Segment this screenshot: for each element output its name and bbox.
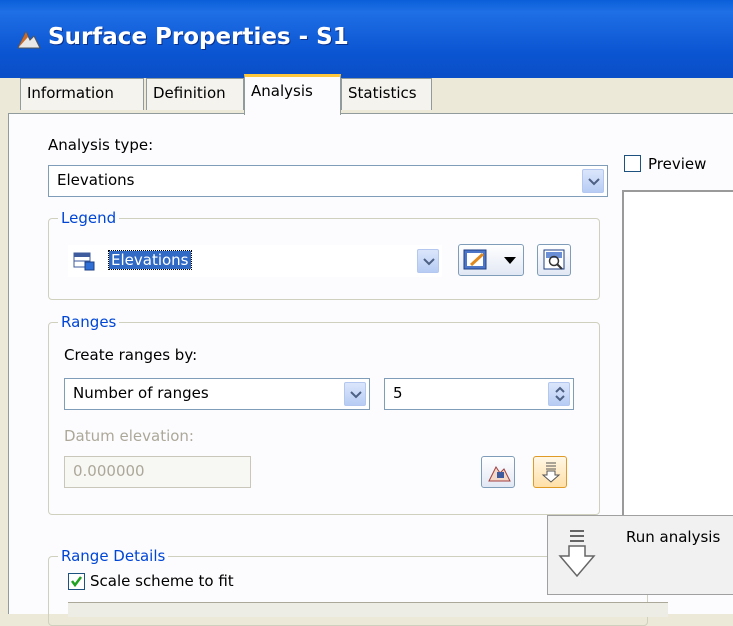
spin-updown-icon[interactable] (548, 382, 570, 406)
legend-style-value: Elevations (108, 250, 192, 270)
create-ranges-select[interactable]: Number of ranges (64, 378, 370, 410)
pick-elevation-button[interactable] (481, 456, 515, 488)
edit-style-button[interactable] (458, 244, 524, 276)
preview-checkbox[interactable] (624, 155, 641, 172)
chevron-down-icon[interactable] (344, 382, 366, 406)
preview-label: Preview (648, 155, 707, 173)
edit-pencil-icon (463, 249, 487, 270)
surface-app-icon (17, 30, 41, 49)
range-count-value: 5 (393, 384, 403, 402)
tab-definition-label: Definition (153, 84, 226, 102)
analysis-type-label: Analysis type: (48, 136, 154, 154)
tab-definition[interactable]: Definition (146, 78, 244, 110)
create-ranges-label: Create ranges by: (64, 346, 198, 364)
range-count-spinner[interactable]: 5 (384, 378, 574, 410)
legend-style-select[interactable]: Elevations (68, 245, 442, 277)
legend-table-icon (73, 252, 95, 271)
tab-analysis-label: Analysis (251, 82, 313, 100)
run-analysis-small-button[interactable] (533, 456, 567, 488)
run-analysis-tooltip[interactable]: Run analysis (547, 515, 733, 595)
tab-statistics[interactable]: Statistics (341, 78, 432, 110)
tab-information[interactable]: Information (20, 78, 144, 110)
tab-information-label: Information (27, 84, 114, 102)
checkmark-icon (71, 576, 82, 588)
scale-scheme-label: Scale scheme to fit (90, 572, 234, 590)
datum-elevation-input[interactable]: 0.000000 (64, 456, 251, 488)
range-details-grid (68, 602, 668, 617)
run-analysis-icon (558, 530, 596, 578)
chevron-down-icon[interactable] (582, 169, 604, 193)
dropdown-arrow-icon (504, 257, 516, 264)
pick-surface-icon (488, 466, 511, 482)
run-analysis-label: Run analysis (626, 528, 721, 546)
ranges-group-label: Ranges (58, 313, 120, 331)
legend-group-label: Legend (58, 209, 120, 227)
tab-statistics-label: Statistics (348, 84, 417, 102)
analysis-type-value: Elevations (57, 171, 135, 189)
datum-elevation-value: 0.000000 (73, 462, 145, 480)
create-ranges-value: Number of ranges (73, 384, 209, 402)
preview-style-button[interactable] (537, 244, 571, 276)
scale-scheme-checkbox[interactable] (68, 573, 85, 590)
datum-elevation-label: Datum elevation: (64, 427, 194, 445)
chevron-down-icon[interactable] (417, 249, 439, 273)
window-title: Surface Properties - S1 (48, 24, 349, 50)
down-arrow-icon (541, 462, 561, 483)
analysis-type-select[interactable]: Elevations (48, 165, 608, 197)
preview-pane (622, 190, 733, 520)
tab-analysis[interactable]: Analysis (244, 74, 341, 115)
range-details-group-label: Range Details (58, 547, 169, 565)
magnify-preview-icon (543, 249, 565, 270)
